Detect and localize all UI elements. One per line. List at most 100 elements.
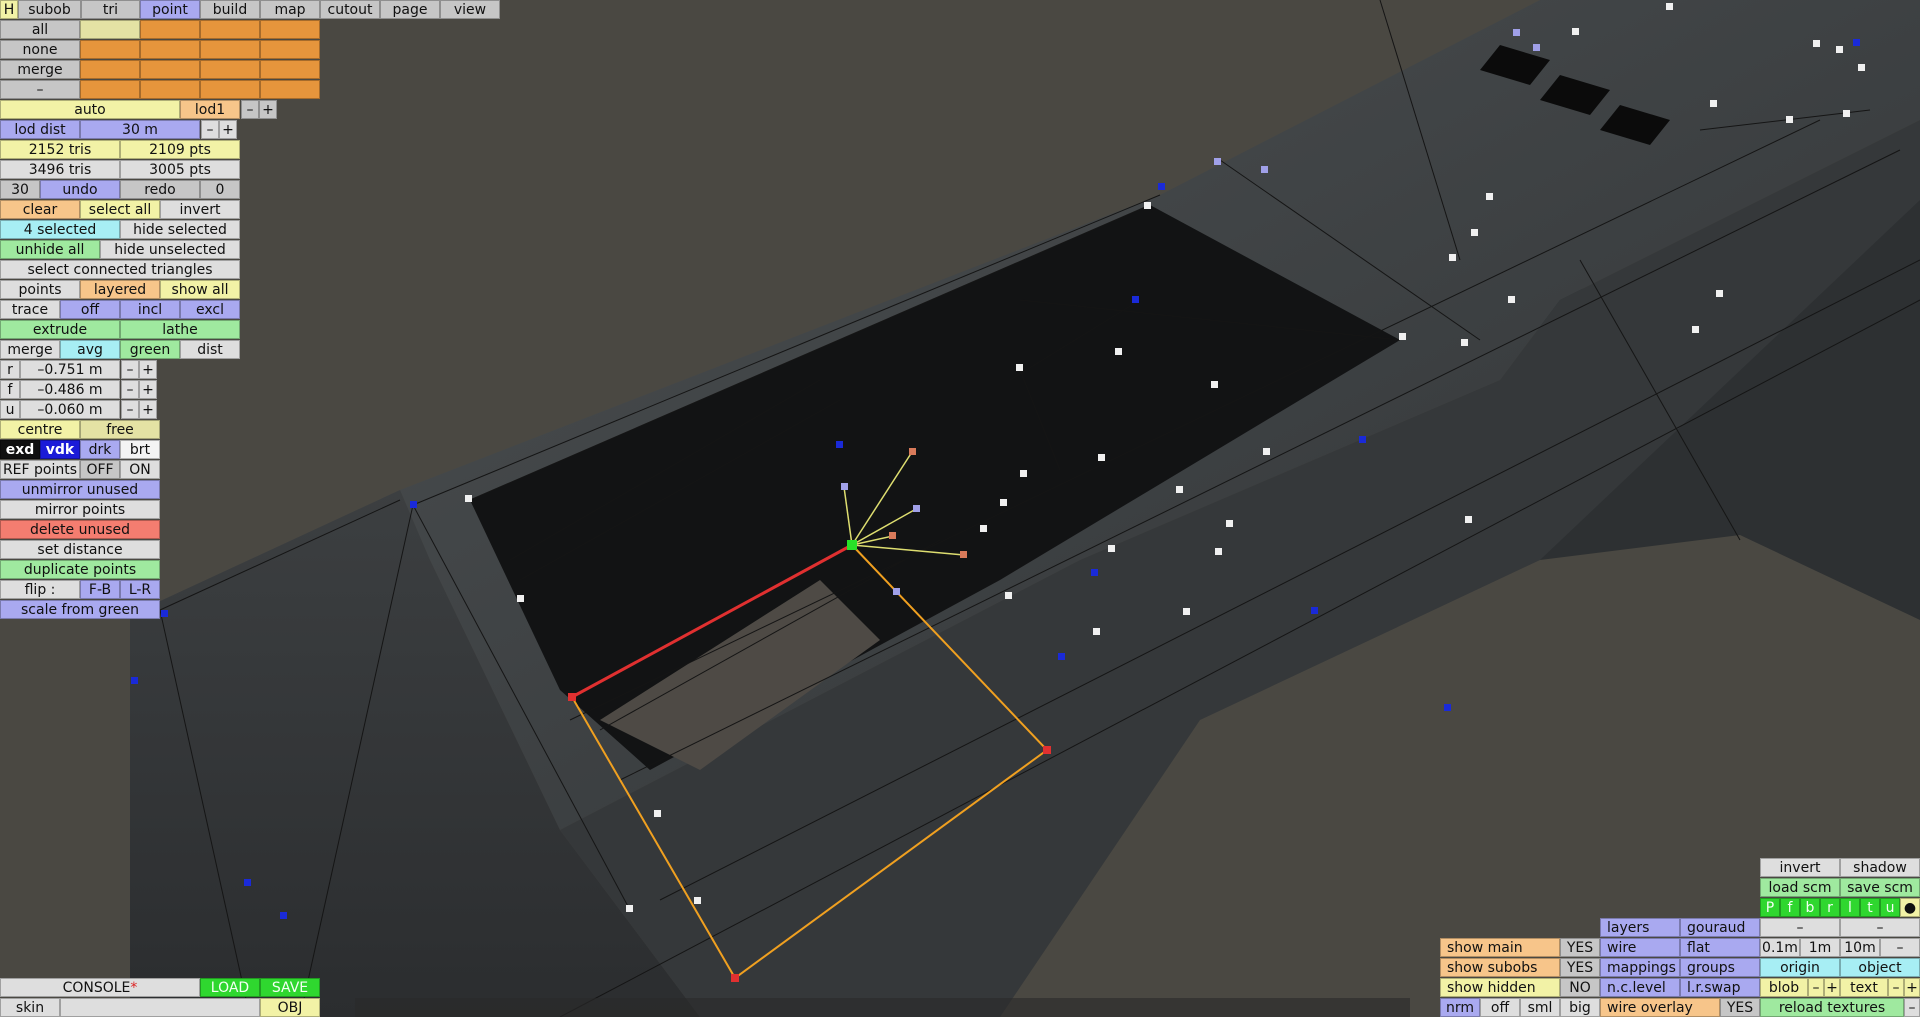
- groups-button[interactable]: groups: [1680, 958, 1760, 977]
- scene-invert-button[interactable]: invert: [1760, 858, 1840, 877]
- object-button[interactable]: object: [1840, 958, 1920, 977]
- selected-point[interactable]: [731, 974, 739, 982]
- lod-dist-minus-button[interactable]: –: [201, 120, 219, 139]
- menu-subob[interactable]: subob: [18, 0, 81, 19]
- view-r-button[interactable]: r: [1820, 898, 1840, 917]
- set-slot[interactable]: [80, 20, 140, 39]
- set-slot[interactable]: [80, 40, 140, 59]
- coord-r-plus-button[interactable]: +: [139, 360, 157, 379]
- merge-button[interactable]: merge: [0, 340, 60, 359]
- coord-u-value[interactable]: –0.060 m: [20, 400, 120, 419]
- menu-tri[interactable]: tri: [81, 0, 140, 19]
- hide-selected-button[interactable]: hide selected: [120, 220, 240, 239]
- scene-dash-button-2[interactable]: –: [1840, 918, 1920, 937]
- view-b-button[interactable]: b: [1800, 898, 1820, 917]
- show-all-button[interactable]: show all: [160, 280, 240, 299]
- set-slot[interactable]: [200, 40, 260, 59]
- show-hidden-button[interactable]: show hidden: [1440, 978, 1560, 997]
- menu-map[interactable]: map: [260, 0, 320, 19]
- centre-button[interactable]: centre: [0, 420, 80, 439]
- coord-u-plus-button[interactable]: +: [139, 400, 157, 419]
- flip-lr-button[interactable]: L-R: [120, 580, 160, 599]
- drk-button[interactable]: drk: [80, 440, 120, 459]
- gouraud-button[interactable]: gouraud: [1680, 918, 1760, 937]
- set-slot[interactable]: [260, 60, 320, 79]
- lod-plus-button[interactable]: +: [259, 100, 277, 119]
- selected-point[interactable]: [568, 693, 576, 701]
- set-slot[interactable]: [140, 80, 200, 99]
- mirror-points-button[interactable]: mirror points: [0, 500, 160, 519]
- set-slot[interactable]: [140, 40, 200, 59]
- scene-dash-button[interactable]: –: [1760, 918, 1840, 937]
- set-slot[interactable]: [200, 80, 260, 99]
- set-slot[interactable]: [260, 20, 320, 39]
- set-all-button[interactable]: all: [0, 20, 80, 39]
- green-point[interactable]: [847, 540, 857, 550]
- sml-button[interactable]: sml: [1520, 998, 1560, 1017]
- ref-off-button[interactable]: OFF: [80, 460, 120, 479]
- menu-h[interactable]: H: [0, 0, 18, 19]
- trace-excl-button[interactable]: excl: [180, 300, 240, 319]
- obj-button[interactable]: OBJ: [260, 998, 320, 1017]
- set-slot[interactable]: [80, 80, 140, 99]
- delete-unused-button[interactable]: delete unused: [0, 520, 160, 539]
- console-button[interactable]: CONSOLE*: [0, 978, 200, 997]
- coord-f-plus-button[interactable]: +: [139, 380, 157, 399]
- hide-unselected-button[interactable]: hide unselected: [100, 240, 240, 259]
- nc-level-button[interactable]: n.c.level: [1600, 978, 1680, 997]
- select-connected-button[interactable]: select connected triangles: [0, 260, 240, 279]
- set-slot[interactable]: [200, 60, 260, 79]
- unmirror-unused-button[interactable]: unmirror unused: [0, 480, 160, 499]
- selected-point[interactable]: [1043, 746, 1051, 754]
- grid-10m-button[interactable]: 10m: [1840, 938, 1880, 957]
- set-slot[interactable]: [200, 20, 260, 39]
- lod-minus-button[interactable]: –: [241, 100, 259, 119]
- exd-button[interactable]: exd: [0, 440, 40, 459]
- save-button[interactable]: SAVE: [260, 978, 320, 997]
- trace-off-button[interactable]: off: [60, 300, 120, 319]
- view-dot-button[interactable]: ●: [1900, 898, 1920, 917]
- invert-button[interactable]: invert: [160, 200, 240, 219]
- load-button[interactable]: LOAD: [200, 978, 260, 997]
- lod-auto-button[interactable]: auto: [0, 100, 180, 119]
- set-none-button[interactable]: none: [0, 40, 80, 59]
- redo-button[interactable]: redo: [120, 180, 200, 199]
- lathe-button[interactable]: lathe: [120, 320, 240, 339]
- grid-0-1m-button[interactable]: 0.1m: [1760, 938, 1800, 957]
- extrude-button[interactable]: extrude: [0, 320, 120, 339]
- 3d-viewport[interactable]: [0, 0, 1920, 1017]
- show-subobs-value[interactable]: YES: [1560, 958, 1600, 977]
- view-u-button[interactable]: u: [1880, 898, 1900, 917]
- size-off-button[interactable]: off: [1480, 998, 1520, 1017]
- duplicate-points-button[interactable]: duplicate points: [0, 560, 160, 579]
- clear-button[interactable]: clear: [0, 200, 80, 219]
- reload-minus-button[interactable]: –: [1904, 998, 1920, 1017]
- coord-f-value[interactable]: –0.486 m: [20, 380, 120, 399]
- set-slot[interactable]: [260, 40, 320, 59]
- brt-button[interactable]: brt: [120, 440, 160, 459]
- reload-textures-button[interactable]: reload textures: [1760, 998, 1904, 1017]
- scale-from-green-button[interactable]: scale from green: [0, 600, 160, 619]
- show-main-button[interactable]: show main: [1440, 938, 1560, 957]
- lr-swap-button[interactable]: l.r.swap: [1680, 978, 1760, 997]
- save-scm-button[interactable]: save scm: [1840, 878, 1920, 897]
- set-slot[interactable]: [140, 20, 200, 39]
- show-subobs-button[interactable]: show subobs: [1440, 958, 1560, 977]
- view-t-button[interactable]: t: [1860, 898, 1880, 917]
- set-distance-button[interactable]: set distance: [0, 540, 160, 559]
- menu-cutout[interactable]: cutout: [320, 0, 380, 19]
- set-slot[interactable]: [140, 60, 200, 79]
- show-hidden-value[interactable]: NO: [1560, 978, 1600, 997]
- load-scm-button[interactable]: load scm: [1760, 878, 1840, 897]
- show-main-value[interactable]: YES: [1560, 938, 1600, 957]
- menu-view[interactable]: view: [440, 0, 500, 19]
- set-slot[interactable]: [260, 80, 320, 99]
- merge-dist-button[interactable]: dist: [180, 340, 240, 359]
- flip-fb-button[interactable]: F-B: [80, 580, 120, 599]
- layered-button[interactable]: layered: [80, 280, 160, 299]
- skin-input[interactable]: [60, 998, 260, 1017]
- menu-page[interactable]: page: [380, 0, 440, 19]
- flat-button[interactable]: flat: [1680, 938, 1760, 957]
- set-slot[interactable]: [80, 60, 140, 79]
- view-f-button[interactable]: f: [1780, 898, 1800, 917]
